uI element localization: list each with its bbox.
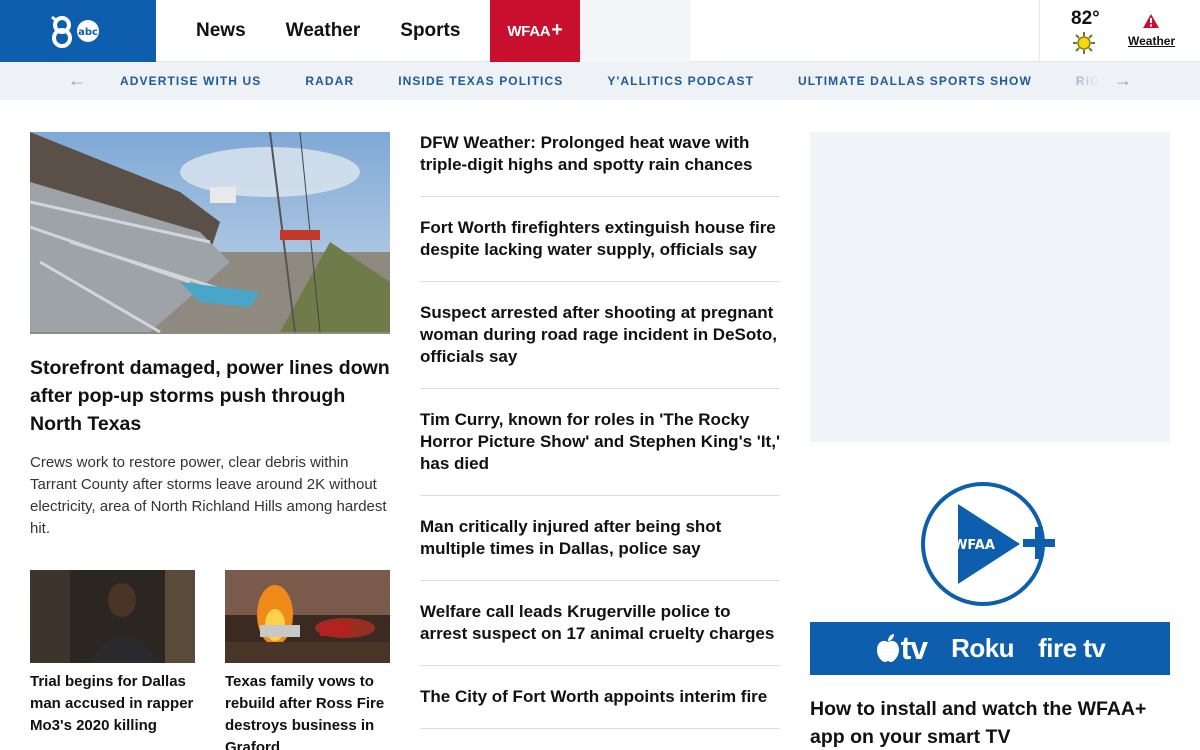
headline-item: Fort Worth firefighters extinguish house…: [420, 217, 780, 282]
current-temperature: 82°: [1071, 8, 1100, 29]
nav-sports[interactable]: Sports: [400, 20, 460, 42]
story-card-title[interactable]: Texas family vows to rebuild after Ross …: [225, 671, 390, 750]
lead-story: Storefront damaged, power lines down aft…: [30, 132, 390, 540]
subnav-advertise[interactable]: ADVERTISE WITH US: [120, 74, 261, 88]
headline-link[interactable]: The City of Fort Worth appoints interim …: [420, 686, 780, 708]
site-header: abc News Weather Sports WFAA + 82° Weathe…: [0, 0, 1200, 62]
wfaa-plus-label: WFAA: [507, 22, 551, 40]
headline-item: Tim Curry, known for roles in 'The Rocky…: [420, 409, 780, 496]
nav-spacer: [580, 0, 690, 62]
story-card-title[interactable]: Trial begins for Dallas man accused in r…: [30, 671, 195, 737]
promo-headline[interactable]: How to install and watch the WFAA+ app o…: [810, 695, 1170, 750]
wfaa-logo-text: WFAA: [953, 538, 995, 553]
subnav-inside-texas-politics[interactable]: INSIDE TEXAS POLITICS: [398, 74, 563, 88]
wfaa-plus-play-logo-icon: WFAA: [921, 482, 1055, 606]
lead-story-summary: Crews work to restore power, clear debri…: [30, 454, 387, 537]
wfaa-plus-promo[interactable]: WFAA tv Roku fire tv How to install and …: [810, 480, 1170, 750]
scroll-left-arrow-icon[interactable]: ←: [68, 70, 86, 91]
nav-wfaa-plus[interactable]: WFAA +: [490, 0, 580, 62]
wfaa-logo[interactable]: abc: [0, 0, 156, 62]
apple-tv-logo: tv: [875, 630, 928, 667]
headline-item: The City of Fort Worth appoints interim …: [420, 686, 780, 729]
apple-icon: [876, 634, 899, 662]
headline-item: Man critically injured after being shot …: [420, 516, 780, 581]
lead-story-headline[interactable]: Storefront damaged, power lines down aft…: [30, 354, 390, 438]
subnav-yallitics-podcast[interactable]: Y'ALLITICS PODCAST: [607, 74, 754, 88]
apple-tv-label: tv: [900, 630, 928, 666]
nav-weather[interactable]: Weather: [286, 20, 361, 42]
roku-logo: Roku: [951, 633, 1015, 663]
wfaa-8-abc-logo-icon: abc: [51, 15, 99, 48]
headline-link[interactable]: Tim Curry, known for roles in 'The Rocky…: [420, 409, 780, 475]
story-card-photo[interactable]: [225, 570, 390, 663]
headline-item: Welfare call leads Krugerville police to…: [420, 601, 780, 666]
subnav-right-c[interactable]: RIGHT C: [1076, 74, 1100, 88]
headline-link[interactable]: Fort Worth firefighters extinguish house…: [420, 217, 780, 261]
subnav-ultimate-dallas-sports-show[interactable]: ULTIMATE DALLAS SPORTS SHOW: [798, 74, 1032, 88]
story-card[interactable]: Texas family vows to rebuild after Ross …: [225, 570, 390, 750]
subnav-radar[interactable]: RADAR: [305, 74, 354, 88]
fire-tv-logo: fire tv: [1038, 633, 1106, 663]
secondary-nav-items: ADVERTISE WITH US RADAR INSIDE TEXAS POL…: [120, 62, 1100, 100]
headline-item: Suspect arrested after shooting at pregn…: [420, 302, 780, 389]
lead-story-photo[interactable]: [30, 132, 390, 334]
headline-list: DFW Weather: Prolonged heat wave with tr…: [420, 132, 780, 749]
secondary-nav: ← ADVERTISE WITH US RADAR INSIDE TEXAS P…: [0, 62, 1200, 100]
scroll-right-arrow-icon[interactable]: →: [1114, 70, 1132, 91]
headline-item: DFW Weather: Prolonged heat wave with tr…: [420, 132, 780, 197]
headline-link[interactable]: DFW Weather: Prolonged heat wave with tr…: [420, 132, 780, 176]
weather-alert-link[interactable]: Weather: [1128, 34, 1175, 48]
sunny-weather-icon: [1073, 32, 1095, 54]
device-logo-bar: tv Roku fire tv: [810, 622, 1170, 675]
headline-link[interactable]: Welfare call leads Krugerville police to…: [420, 601, 780, 645]
weather-alert-icon[interactable]: [1142, 13, 1160, 29]
abc-logo-text: abc: [78, 27, 98, 38]
advertisement-slot: [810, 132, 1170, 442]
story-card-photo[interactable]: [30, 570, 195, 663]
headline-link[interactable]: Man critically injured after being shot …: [420, 516, 780, 560]
nav-news[interactable]: News: [196, 20, 246, 42]
plus-sign: +: [551, 18, 563, 41]
primary-nav: News Weather Sports: [156, 0, 460, 62]
story-card[interactable]: Trial begins for Dallas man accused in r…: [30, 570, 195, 737]
weather-widget[interactable]: 82° Weather: [1039, 0, 1200, 62]
headline-link[interactable]: Suspect arrested after shooting at pregn…: [420, 302, 780, 368]
